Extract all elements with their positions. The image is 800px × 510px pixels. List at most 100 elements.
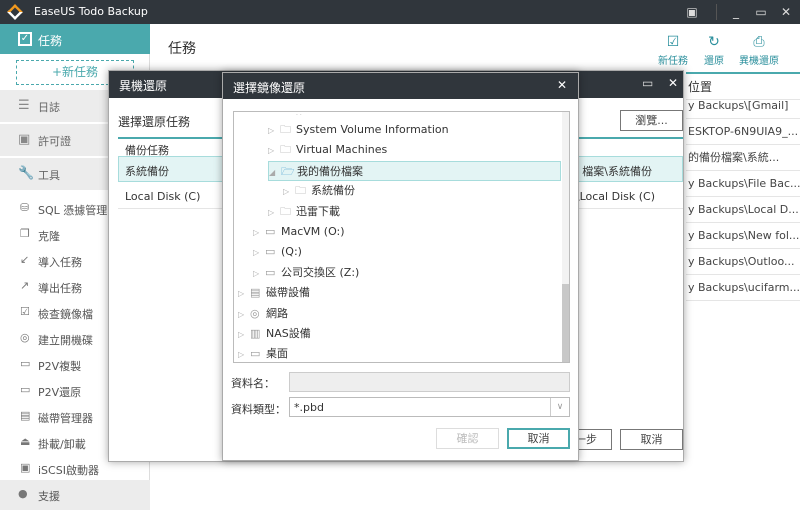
sidebar-item-label: 掛載/卸載 [38,438,86,451]
tree-item-label: 我的備份檔案 [297,164,363,178]
restore-toolbar-button[interactable]: ↻ 還原 [689,34,739,67]
backup-name: 系統備份 [125,165,169,178]
maximize-button[interactable]: ▭ [642,76,653,90]
expand-arrow-icon[interactable]: ▷ [238,345,250,362]
expand-arrow-icon[interactable]: ▷ [283,182,295,202]
folder-open-icon: 🗁 [281,164,295,178]
mount-icon: ⏏ [20,435,31,448]
tree-item[interactable]: ▷ 🗀 Virtual Machines [268,140,387,160]
tree-item[interactable]: ▷ 🗀 迅雷下載 [268,202,340,222]
check-image-icon: ☑ [20,305,30,318]
collapse-arrow-icon[interactable]: ◢ [269,163,281,183]
import-icon: ↙ [20,253,30,266]
scrollbar-thumb[interactable] [562,284,569,362]
expand-arrow-icon[interactable]: ▷ [238,284,250,304]
close-button[interactable]: ✕ [777,3,795,21]
location-row[interactable]: y Backups\Local D... [686,197,800,223]
filename-input[interactable] [289,372,570,392]
tree-item-label: NAS設備 [266,327,311,340]
tape-icon: ▤ [250,286,261,300]
app-logo-icon [7,4,23,20]
filetype-select[interactable]: *.pbd ∨ [289,397,570,417]
dialog-title: 選擇鏡像還原 [233,81,306,95]
sidebar-item-label: 導出任務 [38,282,82,295]
tree-item[interactable]: ▷ ◎ 網路 [238,304,288,324]
expand-arrow-icon[interactable]: ▷ [253,223,265,243]
location-row[interactable]: ESKTOP-6N9UIA9_... [686,119,800,145]
scrollbar[interactable] [562,112,569,362]
location-row[interactable]: y Backups\Outloo... [686,249,800,275]
boot-disk-icon: ◎ [20,331,30,344]
tree-item[interactable]: ▷ ▭ 公司交換区 (Z:) [253,263,359,283]
chevron-down-icon[interactable]: ∨ [550,398,569,416]
expand-arrow-icon[interactable]: ▷ [253,243,265,263]
sidebar-item-label: 建立開機碟 [38,334,93,347]
database-icon: ⛁ [20,201,30,214]
title-bar: EaseUS Todo Backup ▣ _ ▭ ✕ [0,0,800,24]
folder-icon: 🗀 [295,184,306,198]
nas-icon: ▥ [250,327,261,340]
clone-icon: ❐ [20,227,30,240]
sidebar-item-support[interactable]: ● 支援 [0,480,150,510]
tree-item-label: (Q:) [281,245,302,259]
tree-item[interactable]: ▷ ▭ 桌面 [238,344,288,362]
expand-arrow-icon[interactable]: ▷ [238,305,250,325]
universal-restore-toolbar-button[interactable]: ⎙ 異機還原 [734,34,784,67]
folder-tree[interactable]: · · ▷ 🗀 System Volume Information ▷ 🗀 Virtual… [233,111,570,363]
tree-item[interactable]: ▷ 🗀 系統備份 [283,181,355,201]
export-icon: ↗ [20,279,30,292]
p2v-copy-icon: ▭ [20,357,31,370]
filetype-label: 資料類型： [231,403,286,416]
sidebar-item-task[interactable]: ✓ 任務 [0,24,150,54]
app-title: EaseUS Todo Backup [34,5,148,18]
location-row[interactable]: y Backups\New fol... [686,223,800,249]
tree-item-label: 系統備份 [311,184,355,198]
tree-item[interactable]: ▷ 🗀 System Volume Information [268,120,449,140]
tree-item[interactable]: ▷ ▭ MacVM (O:) [253,222,345,242]
universal-restore-icon: ⎙ [753,34,765,50]
select-image-dialog: 選擇鏡像還原 ✕ · · ▷ 🗀 System Volume Information… [222,72,579,461]
expand-arrow-icon[interactable]: ▷ [268,121,280,141]
expand-arrow-icon[interactable]: ▷ [268,141,280,161]
page-title: 任務 [168,41,196,57]
tree-item-label: 網路 [266,306,288,320]
backup-name: Local Disk (C) [125,190,201,203]
minimize-button[interactable]: _ [727,3,745,21]
browse-button[interactable]: 瀏覽... [620,110,683,131]
close-button[interactable]: ✕ [668,76,678,90]
tree-item-label: System Volume Information [296,123,449,136]
drive-icon: ▭ [265,225,276,238]
maximize-button[interactable]: ▭ [752,3,770,21]
tree-item[interactable]: ▷ ▥ NAS設備 [238,324,311,344]
location-row[interactable]: 的備份檔案\系統... [686,145,800,171]
tree-item[interactable]: ▷ ▭ (Q:) [253,242,302,262]
tape-icon: ▤ [20,409,31,422]
location-row[interactable]: y Backups\File Bac... [686,171,800,197]
sidebar-item-label: P2V複製 [38,360,82,373]
expand-arrow-icon[interactable]: ▷ [253,264,265,284]
expand-arrow-icon[interactable]: ▷ [238,325,250,345]
tree-item-label: Virtual Machines [296,143,388,157]
drive-icon: ▭ [265,265,276,279]
cancel-button[interactable]: 取消 [507,428,570,449]
cancel-button[interactable]: 取消 [620,429,683,450]
tree-item-label: 迅雷下載 [296,204,340,218]
iscsi-icon: ▣ [20,461,31,474]
menu-icon[interactable]: ▣ [683,3,701,21]
close-button[interactable]: ✕ [557,78,567,92]
tree-item-label: 磁帶設備 [266,286,310,300]
folder-icon: 🗀 [280,123,291,136]
toolbar-label: 還原 [704,56,724,67]
location-row[interactable]: y Backups\[Gmail] [686,93,800,119]
drive-icon: ▭ [265,245,276,259]
location-column: 位置 y Backups\[Gmail] ESKTOP-6N9UIA9_... 的備… [686,72,800,301]
location-row[interactable]: y Backups\ucifarm... [686,275,800,301]
folder-icon: 🗀 [280,143,291,157]
scrolled-item: · · [296,112,302,119]
toolbar-label: 異機還原 [739,56,779,67]
tree-item[interactable]: ◢ 🗁 我的備份檔案 [268,160,561,183]
ok-button[interactable]: 確認 [436,428,499,449]
toolbar-label: 新任務 [658,56,688,67]
expand-arrow-icon[interactable]: ▷ [268,203,280,223]
tree-item[interactable]: ▷ ▤ 磁帶設備 [238,283,310,303]
